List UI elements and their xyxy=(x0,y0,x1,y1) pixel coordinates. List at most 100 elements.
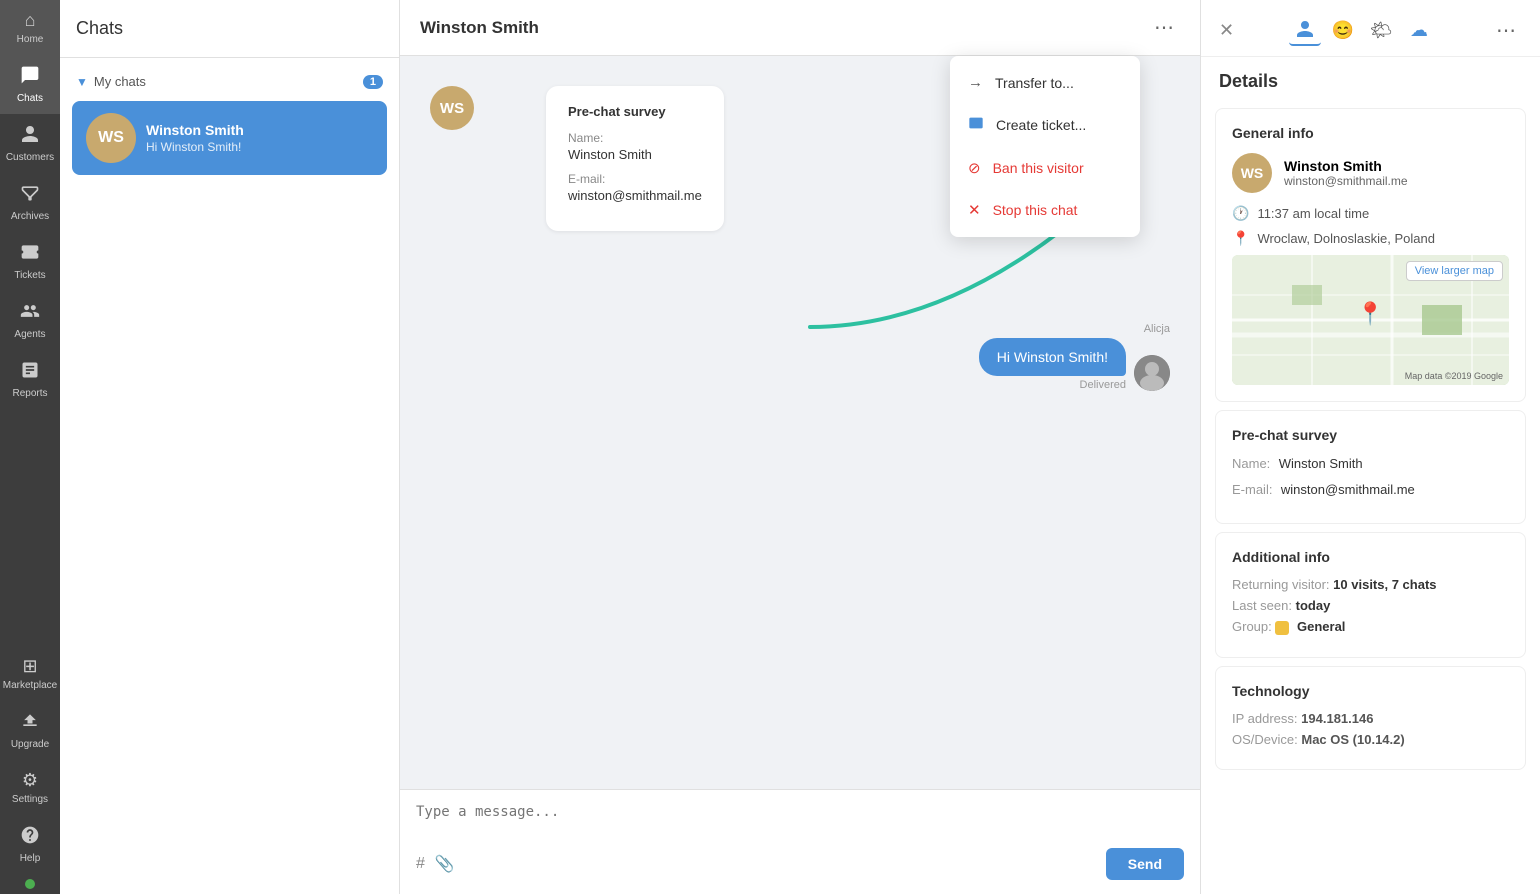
chat-window-title: Winston Smith xyxy=(420,18,539,38)
ip-address-row: IP address: 194.181.146 xyxy=(1232,711,1509,726)
nav-item-archives[interactable]: Archives xyxy=(0,173,60,232)
survey-email-value: winston@smithmail.me xyxy=(568,188,702,203)
general-info-user-details: Winston Smith winston@smithmail.me xyxy=(1284,158,1408,188)
menu-label-transfer: Transfer to... xyxy=(995,75,1074,91)
upgrade-icon xyxy=(20,711,40,736)
survey-name-value: Winston Smith xyxy=(568,147,702,162)
group-row: Group: General xyxy=(1232,619,1509,635)
location-icon: 📍 xyxy=(1232,230,1249,247)
attachment-button[interactable]: 📎 xyxy=(435,854,455,874)
customers-icon xyxy=(20,124,40,149)
general-info-time-row: 🕐 11:37 am local time xyxy=(1232,205,1509,222)
my-chats-toggle[interactable]: ▼ My chats 1 xyxy=(72,66,387,97)
additional-info-title: Additional info xyxy=(1232,549,1509,565)
technology-card: Technology IP address: 194.181.146 OS/De… xyxy=(1215,666,1526,770)
tickets-icon xyxy=(20,242,40,267)
last-seen-row: Last seen: today xyxy=(1232,598,1509,613)
ban-icon: ⊘ xyxy=(968,159,981,177)
group-label: Group: xyxy=(1232,619,1272,634)
dropdown-menu: → Transfer to... Create ticket... ⊘ Ban … xyxy=(950,56,1140,237)
menu-label-stop: Stop this chat xyxy=(993,202,1078,218)
tab-cloud[interactable]: ☁ xyxy=(1403,14,1435,46)
my-chats-section: ▼ My chats 1 WS Winston Smith Hi Winston… xyxy=(60,58,399,187)
additional-info-card: Additional info Returning visitor: 10 vi… xyxy=(1215,532,1526,658)
message-input[interactable] xyxy=(416,804,1184,840)
nav-item-help[interactable]: Help xyxy=(0,815,60,874)
returning-visitor-label: Returning visitor: xyxy=(1232,577,1330,592)
hashtag-button[interactable]: # xyxy=(416,855,425,873)
survey-name-label: Name: xyxy=(568,131,702,145)
menu-item-ban[interactable]: ⊘ Ban this visitor xyxy=(950,147,1140,189)
details-title: Details xyxy=(1201,57,1540,100)
map-pin: 📍 xyxy=(1357,301,1384,327)
chat-list-panel: Chats ▼ My chats 1 WS Winston Smith Hi W… xyxy=(60,0,400,894)
archives-icon xyxy=(20,183,40,208)
tab-user[interactable] xyxy=(1289,14,1321,46)
chevron-down-icon: ▼ xyxy=(76,75,88,89)
clock-icon: 🕐 xyxy=(1232,205,1249,222)
nav-item-home[interactable]: ⌂ Home xyxy=(0,0,60,55)
general-info-avatar: WS xyxy=(1232,153,1272,193)
general-info-title: General info xyxy=(1232,125,1509,141)
visitor-avatar-in-chat: WS xyxy=(430,86,474,130)
general-info-card: General info WS Winston Smith winston@sm… xyxy=(1215,108,1526,402)
map-placeholder: View larger map 📍 Map data ©2019 Google xyxy=(1232,255,1509,385)
nav-item-upgrade[interactable]: Upgrade xyxy=(0,701,60,760)
map-container: View larger map 📍 Map data ©2019 Google xyxy=(1232,255,1509,385)
tab-emoji[interactable]: 😊 xyxy=(1327,14,1359,46)
map-view-larger-link[interactable]: View larger map xyxy=(1406,261,1503,281)
left-navigation: ⌂ Home Chats Customers Archives Tickets … xyxy=(0,0,60,894)
menu-label-create-ticket: Create ticket... xyxy=(996,117,1086,133)
group-value: General xyxy=(1297,619,1345,634)
menu-item-transfer[interactable]: → Transfer to... xyxy=(950,62,1140,103)
chat-item[interactable]: WS Winston Smith Hi Winston Smith! xyxy=(72,101,387,175)
survey-details-name-value: Winston Smith xyxy=(1279,456,1363,471)
tab-weather[interactable]: 🌤 xyxy=(1365,14,1397,46)
arrow-area xyxy=(430,247,1170,407)
ip-label: IP address: xyxy=(1232,711,1298,726)
details-close-button[interactable]: ✕ xyxy=(1219,20,1234,41)
nav-item-settings[interactable]: ⚙ Settings xyxy=(0,760,60,815)
survey-card-title: Pre-chat survey xyxy=(568,104,702,119)
agents-icon xyxy=(20,301,40,326)
main-chat-area: Winston Smith ⋯ WS Pre-chat survey Name:… xyxy=(400,0,1200,894)
os-label: OS/Device: xyxy=(1232,732,1298,747)
map-caption: Map data ©2019 Google xyxy=(1405,371,1503,381)
settings-icon: ⚙ xyxy=(22,770,38,791)
general-info-location: Wroclaw, Dolnoslaskie, Poland xyxy=(1257,231,1435,246)
chat-header-actions: ⋯ xyxy=(1148,13,1180,42)
help-icon xyxy=(20,825,40,850)
my-chats-badge: 1 xyxy=(363,75,383,89)
nav-item-agents[interactable]: Agents xyxy=(0,291,60,350)
general-info-name: Winston Smith xyxy=(1284,158,1408,174)
chat-list-title: Chats xyxy=(76,18,123,38)
returning-visitor-value: 10 visits, 7 chats xyxy=(1333,577,1436,592)
returning-visitor-row: Returning visitor: 10 visits, 7 chats xyxy=(1232,577,1509,592)
general-info-time: 11:37 am local time xyxy=(1257,206,1369,221)
general-info-email: winston@smithmail.me xyxy=(1284,174,1408,188)
survey-details-email-label: E-mail: xyxy=(1232,482,1272,497)
survey-field-name: Name: Winston Smith xyxy=(568,131,702,162)
general-info-user-row: WS Winston Smith winston@smithmail.me xyxy=(1232,153,1509,193)
details-panel: ✕ 😊 🌤 ☁ ⋯ Details General info WS Winsto… xyxy=(1200,0,1540,894)
nav-item-tickets[interactable]: Tickets xyxy=(0,232,60,291)
status-dot xyxy=(25,879,35,889)
menu-item-create-ticket[interactable]: Create ticket... xyxy=(950,103,1140,147)
stop-icon: ✕ xyxy=(968,201,981,219)
details-more-button[interactable]: ⋯ xyxy=(1490,16,1522,45)
general-info-location-row: 📍 Wroclaw, Dolnoslaskie, Poland xyxy=(1232,230,1509,247)
os-value: Mac OS (10.14.2) xyxy=(1301,732,1404,747)
survey-field-email: E-mail: winston@smithmail.me xyxy=(568,172,702,203)
send-button[interactable]: Send xyxy=(1106,848,1184,880)
marketplace-icon: ⊞ xyxy=(22,656,37,677)
chat-options-button[interactable]: ⋯ xyxy=(1148,13,1180,42)
nav-item-customers[interactable]: Customers xyxy=(0,114,60,173)
nav-item-marketplace[interactable]: ⊞ Marketplace xyxy=(0,646,60,701)
nav-item-chats[interactable]: Chats xyxy=(0,55,60,114)
survey-email-label: E-mail: xyxy=(568,172,702,186)
ip-value: 194.181.146 xyxy=(1301,711,1373,726)
input-toolbar: # 📎 Send xyxy=(416,848,1184,880)
menu-item-stop[interactable]: ✕ Stop this chat xyxy=(950,189,1140,231)
details-tabs: 😊 🌤 ☁ xyxy=(1289,14,1435,46)
nav-item-reports[interactable]: Reports xyxy=(0,350,60,409)
